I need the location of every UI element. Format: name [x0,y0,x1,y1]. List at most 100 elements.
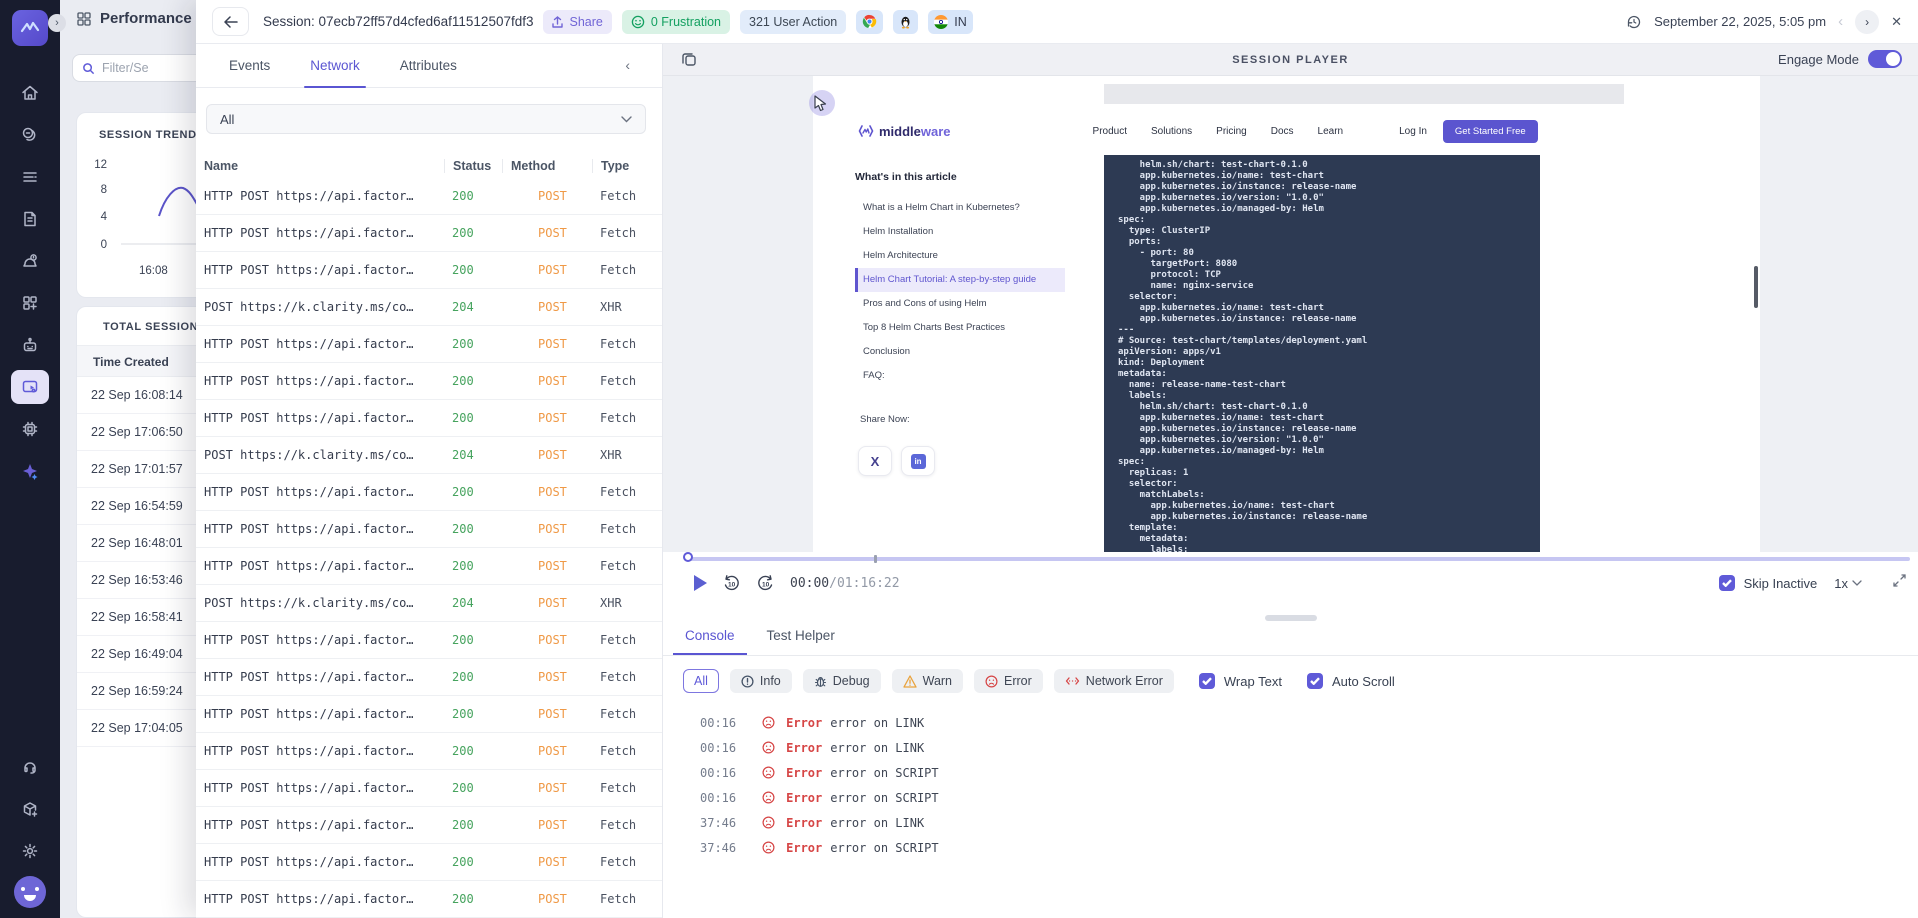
network-request-row[interactable]: POST https://k.clarity.ms/co…204POSTXHR [196,289,662,326]
support-icon[interactable] [11,750,49,784]
request-type: Fetch [592,411,662,425]
console-filter-error[interactable]: Error [974,669,1043,693]
settings-icon[interactable] [11,834,49,868]
timeline-track[interactable] [690,557,1910,561]
alerts-icon[interactable] [11,244,49,278]
toc-list: What is a Helm Chart in Kubernetes?Helm … [855,196,1065,388]
log-time: 00:16 [700,741,736,755]
middleware-logo[interactable] [12,10,48,46]
log-message: error on LINK [830,816,924,830]
auto-scroll-label: Auto Scroll [1332,674,1395,689]
skip-inactive-checkbox[interactable] [1719,575,1735,591]
country-badge: IN [928,10,973,34]
request-status: 200 [444,189,502,203]
tab-test-helper[interactable]: Test Helper [767,628,835,655]
network-filter-select[interactable]: All [206,104,646,134]
request-type: Fetch [592,781,662,795]
network-request-row[interactable]: HTTP POST https://api.factor…200POSTFetc… [196,548,662,585]
auto-scroll-checkbox[interactable] [1307,673,1323,689]
close-icon[interactable]: ✕ [1891,14,1902,30]
rewind-10-button[interactable]: 10 [722,574,741,593]
request-method: POST [502,633,592,647]
logs-icon[interactable] [11,160,49,194]
request-type: Fetch [592,855,662,869]
log-message: error on SCRIPT [830,841,938,855]
network-request-row[interactable]: HTTP POST https://api.factor…200POSTFetc… [196,511,662,548]
wrap-text-checkbox[interactable] [1199,673,1215,689]
session-replay-icon[interactable] [11,370,49,404]
toc-item: Helm Architecture [855,244,1065,268]
console-filter-info[interactable]: Info [730,669,792,693]
network-request-row[interactable]: HTTP POST https://api.factor…200POSTFetc… [196,659,662,696]
player-header: SESSION PLAYER Engage Mode [663,44,1918,76]
forward-10-button[interactable]: 10 [756,574,775,593]
network-request-row[interactable]: HTTP POST https://api.factor…200POSTFetc… [196,252,662,289]
next-session-button[interactable]: › [1855,10,1879,34]
playback-speed-select[interactable]: 1x [1834,576,1862,591]
console-filter-network-error[interactable]: Network Error [1054,669,1174,693]
replay-viewport: middleware ProductSolutionsPricingDocsLe… [663,76,1918,552]
network-request-row[interactable]: POST https://k.clarity.ms/co…204POSTXHR [196,585,662,622]
request-name: HTTP POST https://api.factor… [196,263,444,277]
share-button[interactable]: Share [543,10,611,34]
network-request-row[interactable]: HTTP POST https://api.factor…200POSTFetc… [196,474,662,511]
console-log-entry: 00:16Errorerror on LINK [663,735,1918,760]
svg-text:10: 10 [728,581,736,588]
arrow-left-icon [223,16,238,28]
request-method: POST [502,596,592,610]
request-name: HTTP POST https://api.factor… [196,892,444,906]
network-request-row[interactable]: HTTP POST https://api.factor…200POSTFetc… [196,807,662,844]
engage-mode-toggle[interactable] [1868,50,1902,68]
network-request-row[interactable]: POST https://k.clarity.ms/co…204POSTXHR [196,437,662,474]
request-name: HTTP POST https://api.factor… [196,522,444,536]
request-name: HTTP POST https://api.factor… [196,818,444,832]
network-request-row[interactable]: HTTP POST https://api.factor…200POSTFetc… [196,178,662,215]
bot-icon[interactable] [11,328,49,362]
session-datetime[interactable]: September 22, 2025, 5:05 pm [1654,14,1826,29]
network-request-row[interactable]: HTTP POST https://api.factor…200POSTFetc… [196,622,662,659]
console-resize-handle[interactable] [1265,615,1317,621]
detail-panel: Events Network Attributes ‹ All Name Sta… [196,44,663,918]
usage-icon[interactable] [11,118,49,152]
network-request-row[interactable]: HTTP POST https://api.factor…200POSTFetc… [196,844,662,881]
network-request-row[interactable]: HTTP POST https://api.factor…200POSTFetc… [196,881,662,918]
ai-sparkle-icon[interactable] [11,454,49,488]
infrastructure-icon[interactable] [11,412,49,446]
console-filter-warn[interactable]: Warn [892,669,963,693]
timeline-handle[interactable] [683,552,693,562]
network-request-row[interactable]: HTTP POST https://api.factor…200POSTFetc… [196,770,662,807]
play-button[interactable] [694,575,707,591]
request-type: Fetch [592,226,662,240]
network-request-row[interactable]: HTTP POST https://api.factor…200POSTFetc… [196,400,662,437]
request-type: Fetch [592,707,662,721]
chevron-down-icon [1852,580,1862,586]
reports-icon[interactable] [11,202,49,236]
back-button[interactable] [212,7,249,36]
network-request-row[interactable]: HTTP POST https://api.factor…200POSTFetc… [196,696,662,733]
network-request-row[interactable]: HTTP POST https://api.factor…200POSTFetc… [196,215,662,252]
request-status: 200 [444,485,502,499]
console-filter-all[interactable]: All [683,669,719,693]
install-icon[interactable] [11,792,49,826]
profile-avatar[interactable] [14,876,46,908]
request-method: POST [502,189,592,203]
network-request-row[interactable]: HTTP POST https://api.factor…200POSTFetc… [196,326,662,363]
network-table-header: Name Status Method Type [196,154,662,178]
tab-console[interactable]: Console [685,628,735,655]
tab-attributes[interactable]: Attributes [400,44,457,88]
network-request-row[interactable]: HTTP POST https://api.factor…200POSTFetc… [196,733,662,770]
sidebar-expand-button[interactable]: › [48,14,66,32]
console-filter-debug[interactable]: Debug [803,669,881,693]
fullscreen-icon[interactable] [1893,574,1906,592]
collapse-panel-icon[interactable]: ‹ [625,57,630,73]
home-icon[interactable] [11,76,49,110]
previous-session-button[interactable]: ‹ [1838,13,1843,30]
request-name: HTTP POST https://api.factor… [196,226,444,240]
log-time: 37:46 [700,816,736,830]
refresh-clock-icon[interactable] [1626,14,1642,30]
integrations-icon[interactable] [11,286,49,320]
tab-network[interactable]: Network [310,44,360,88]
column-method: Method [502,159,592,173]
tab-events[interactable]: Events [229,44,270,88]
network-request-row[interactable]: HTTP POST https://api.factor…200POSTFetc… [196,363,662,400]
